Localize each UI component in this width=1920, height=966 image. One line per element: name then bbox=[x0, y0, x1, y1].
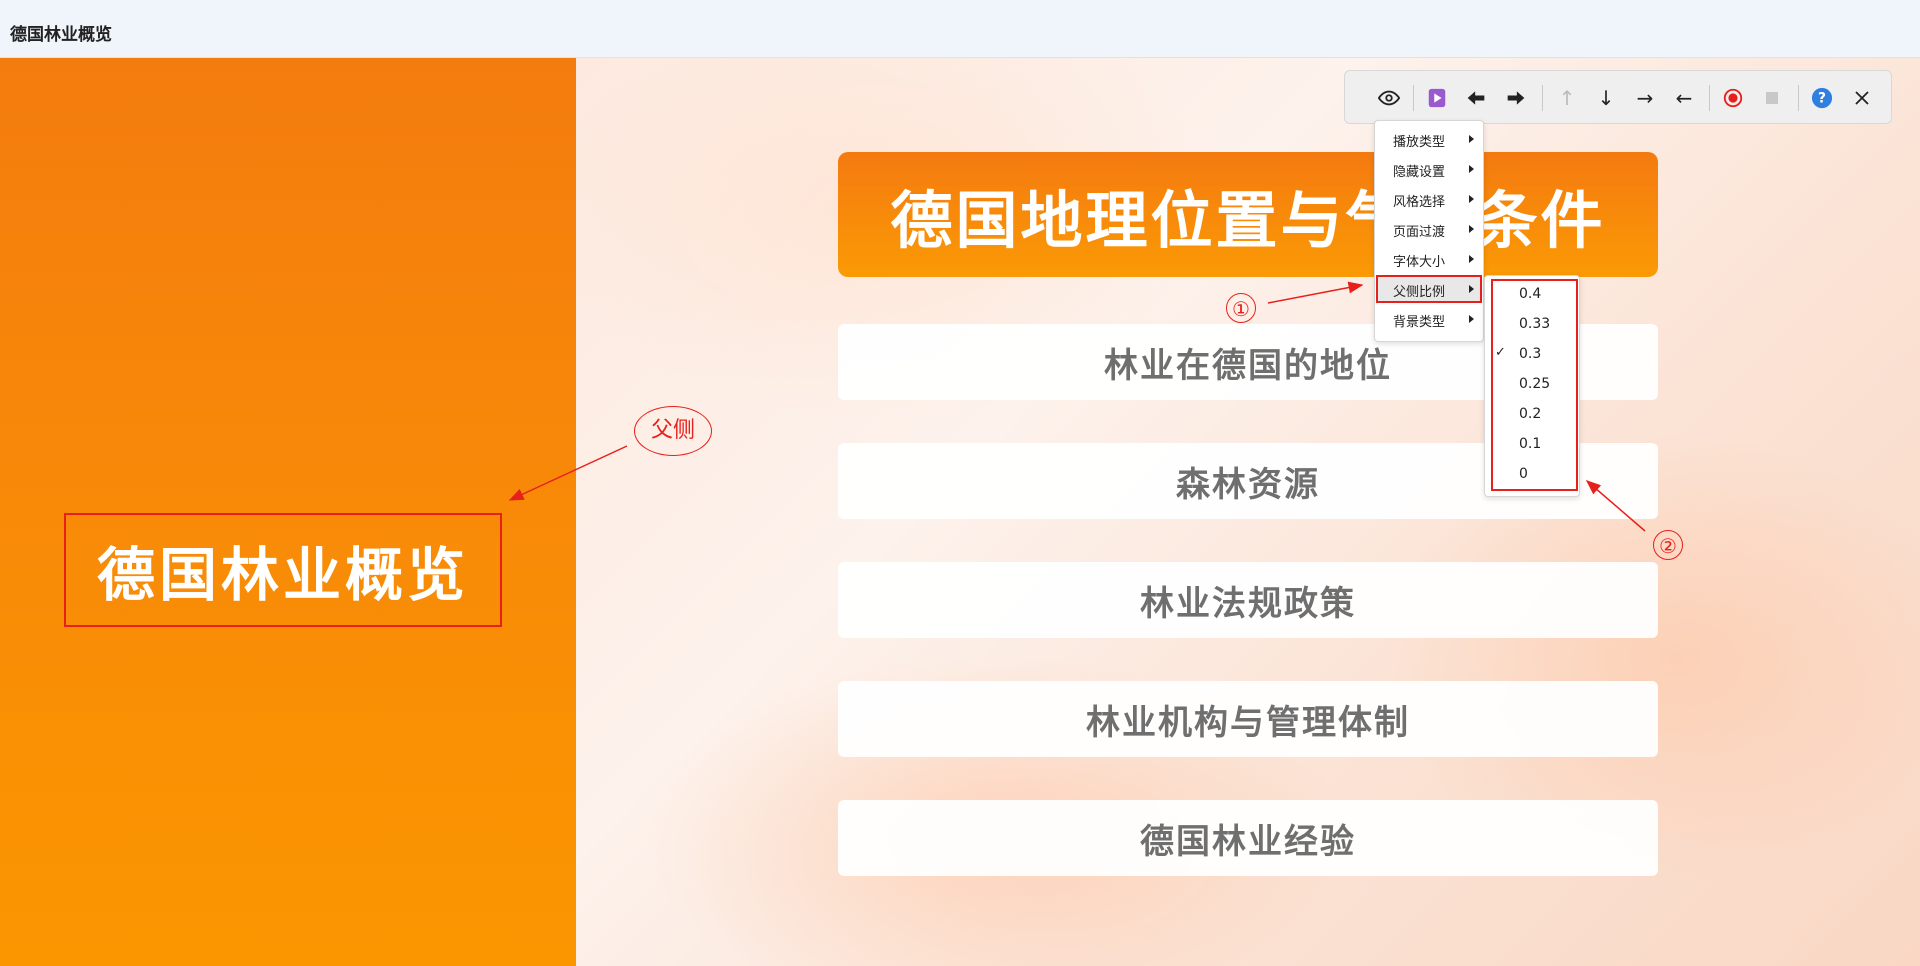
close-icon[interactable] bbox=[1847, 83, 1877, 113]
menu-item-label: 父侧比例 bbox=[1393, 285, 1446, 300]
toolbar-separator bbox=[1413, 85, 1414, 111]
annotation-marker-2: ② bbox=[1653, 530, 1683, 560]
slide-item-label: 林业法规政策 bbox=[1140, 583, 1356, 624]
svg-text:?: ? bbox=[1818, 91, 1826, 107]
ratio-option[interactable]: 0.25 bbox=[1486, 370, 1578, 398]
ratio-option[interactable]: 0.33 bbox=[1486, 310, 1578, 338]
slide-heading: 德国地理位置与气候条件 bbox=[890, 183, 1606, 257]
arrow-left-bold-icon[interactable] bbox=[1461, 83, 1491, 113]
menu-item-page-transition[interactable]: 页面过渡 bbox=[1376, 215, 1482, 243]
slide-item-label: 德国林业经验 bbox=[1140, 821, 1356, 862]
menu-item-label: 播放类型 bbox=[1393, 135, 1446, 150]
submenu-arrow-icon bbox=[1469, 195, 1474, 203]
eye-icon[interactable] bbox=[1374, 83, 1404, 113]
menu-item-hide-settings[interactable]: 隐藏设置 bbox=[1376, 155, 1482, 183]
slide-item-card[interactable]: 林业机构与管理体制 bbox=[838, 681, 1658, 757]
window-title: 德国林业概览 bbox=[10, 25, 112, 45]
slide-heading-bar: 德国地理位置与气候条件 bbox=[838, 152, 1658, 277]
parent-title: 德国林业概览 bbox=[96, 541, 469, 609]
menu-item-label: 字体大小 bbox=[1393, 255, 1446, 270]
toolbar-separator bbox=[1798, 85, 1799, 111]
menu-item-style[interactable]: 风格选择 bbox=[1376, 185, 1482, 213]
ratio-option-label: 0 bbox=[1519, 466, 1528, 482]
submenu-arrow-icon bbox=[1469, 165, 1474, 173]
record-icon[interactable] bbox=[1718, 83, 1748, 113]
parent-title-box: 德国林业概览 bbox=[64, 513, 502, 627]
submenu-arrow-icon bbox=[1469, 285, 1474, 293]
menu-item-label: 背景类型 bbox=[1393, 315, 1446, 330]
slide-item-label: 林业在德国的地位 bbox=[1104, 345, 1392, 386]
slide-item-label: 林业机构与管理体制 bbox=[1086, 702, 1410, 743]
ratio-option-label: 0.25 bbox=[1519, 376, 1551, 392]
menu-item-background-type[interactable]: 背景类型 bbox=[1376, 305, 1482, 333]
ratio-option[interactable]: 0.4 bbox=[1486, 280, 1578, 308]
help-icon[interactable]: ? bbox=[1807, 83, 1837, 113]
arrow-right-icon[interactable]: → bbox=[1630, 83, 1660, 113]
window-titlebar: 德国林业概览 bbox=[0, 0, 1920, 58]
menu-item-parent-ratio[interactable]: 父侧比例 bbox=[1376, 275, 1482, 303]
slide-item-card[interactable]: 林业法规政策 bbox=[838, 562, 1658, 638]
ratio-option[interactable]: 0.1 bbox=[1486, 430, 1578, 458]
stop-icon[interactable] bbox=[1757, 83, 1787, 113]
submenu-arrow-icon bbox=[1469, 135, 1474, 143]
play-video-icon[interactable] bbox=[1422, 83, 1452, 113]
ratio-option-label: 0.33 bbox=[1519, 316, 1551, 332]
submenu-arrow-icon bbox=[1469, 255, 1474, 263]
submenu-arrow-icon bbox=[1469, 225, 1474, 233]
menu-item-label: 风格选择 bbox=[1393, 195, 1446, 210]
presentation-toolbar: ↑ ↓ → ← ? bbox=[1344, 70, 1892, 124]
submenu-arrow-icon bbox=[1469, 315, 1474, 323]
ratio-option-selected[interactable]: ✓ 0.3 bbox=[1486, 340, 1578, 368]
ratio-option[interactable]: 0.2 bbox=[1486, 400, 1578, 428]
menu-item-label: 隐藏设置 bbox=[1393, 165, 1446, 180]
menu-item-label: 页面过渡 bbox=[1393, 225, 1446, 240]
settings-context-menu: 播放类型 隐藏设置 风格选择 页面过渡 字体大小 父侧比例 背景类型 bbox=[1374, 120, 1484, 342]
checkmark-icon: ✓ bbox=[1495, 345, 1506, 360]
slide-item-label: 森林资源 bbox=[1176, 464, 1320, 505]
arrow-left-icon[interactable]: ← bbox=[1669, 83, 1699, 113]
annotation-parent-side-label: 父侧 bbox=[634, 406, 712, 456]
ratio-option-label: 0.1 bbox=[1519, 436, 1542, 452]
toolbar-separator bbox=[1709, 85, 1710, 111]
arrow-up-icon[interactable]: ↑ bbox=[1552, 83, 1582, 113]
menu-item-play-type[interactable]: 播放类型 bbox=[1376, 125, 1482, 153]
ratio-option-label: 0.2 bbox=[1519, 406, 1542, 422]
menu-item-font-size[interactable]: 字体大小 bbox=[1376, 245, 1482, 273]
arrow-right-bold-icon[interactable] bbox=[1501, 83, 1531, 113]
toolbar-separator bbox=[1542, 85, 1543, 111]
ratio-submenu: 0.4 0.33 ✓ 0.3 0.25 0.2 0.1 0 bbox=[1484, 275, 1580, 497]
annotation-marker-1: ① bbox=[1226, 293, 1256, 323]
ratio-option[interactable]: 0 bbox=[1486, 460, 1578, 488]
parent-side-panel: 德国林业概览 bbox=[0, 58, 576, 966]
arrow-down-icon[interactable]: ↓ bbox=[1591, 83, 1621, 113]
ratio-option-label: 0.3 bbox=[1519, 346, 1542, 362]
ratio-option-label: 0.4 bbox=[1519, 286, 1542, 302]
slide-item-card[interactable]: 德国林业经验 bbox=[838, 800, 1658, 876]
